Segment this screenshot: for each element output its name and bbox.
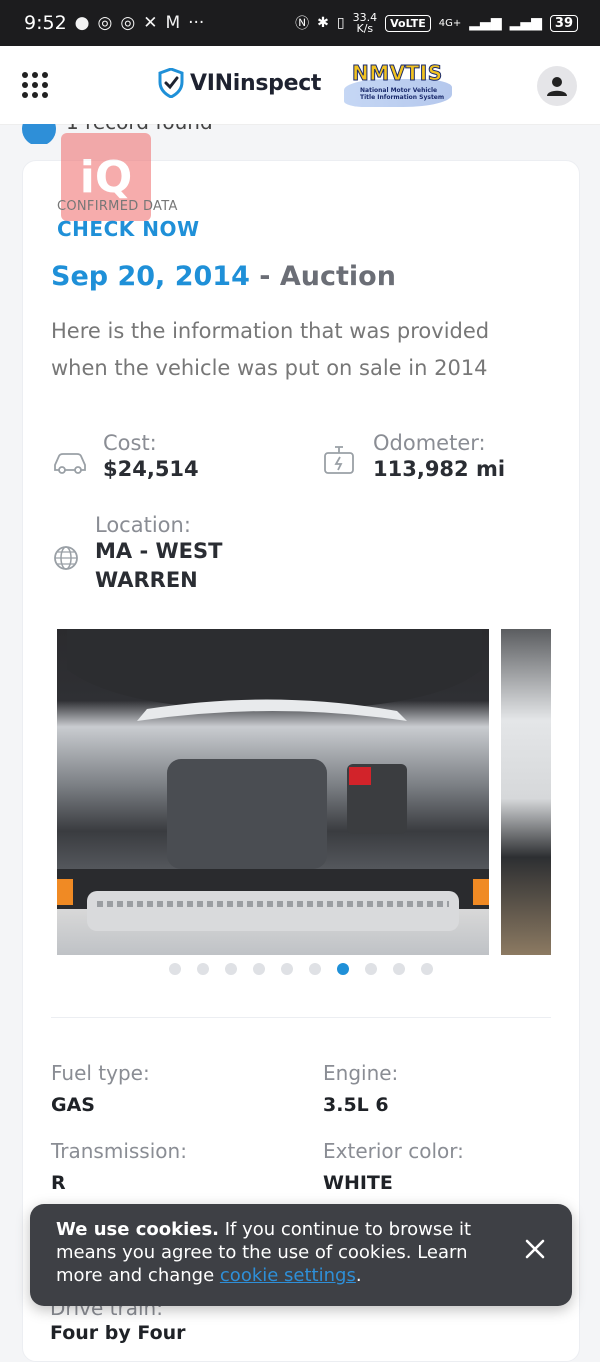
close-icon[interactable] [520, 1234, 550, 1264]
volte-badge: VoLTE [385, 14, 431, 32]
carousel-dot[interactable] [421, 963, 433, 975]
cookie-message: We use cookies. If you continue to brows… [56, 1218, 486, 1287]
signal-icon-2: ▂▄▆ [509, 15, 542, 31]
battery-icon: 39 [549, 14, 578, 32]
battery-engine-icon [324, 446, 354, 474]
record-type: Auction [279, 261, 396, 292]
photo-carousel[interactable] [57, 629, 551, 955]
globe-icon [54, 546, 78, 570]
gmail-icon: M [165, 13, 181, 33]
carousel-dot[interactable] [253, 963, 265, 975]
instagram-icon: ◎ [97, 13, 113, 33]
cost-field: Cost: $24,514 [103, 431, 199, 484]
odometer-field: Odometer: 113,982 mi [373, 431, 505, 484]
odometer-value: 113,982 mi [373, 457, 506, 481]
vehicle-side-photo[interactable] [501, 629, 551, 955]
vehicle-engine-photo[interactable] [57, 629, 489, 955]
location-label: Location: [95, 513, 191, 537]
network-type: 4G+ [438, 17, 462, 29]
shield-check-icon [158, 68, 184, 98]
more-notifications-icon: ··· [188, 13, 205, 33]
exterior-color-field: Exterior color: WHITE [323, 1139, 464, 1198]
cookie-banner: We use cookies. If you continue to brows… [30, 1204, 572, 1306]
person-icon [547, 77, 567, 96]
auction-record-card: iQ CONFIRMED DATA CHECK NOW Sep 20, 2014… [22, 133, 580, 1362]
network-speed: 33.4 K/s [352, 11, 378, 35]
status-bar: 9:52 ● ◎ ◎ ✕ M ··· Ⓝ ✱ ▯ 33.4 K/s VoLTE 4… [0, 0, 600, 46]
carousel-dot[interactable] [169, 963, 181, 975]
confirmed-data-label: CONFIRMED DATA [57, 199, 178, 214]
location-field: Location: MA - WEST WARREN [95, 513, 222, 595]
bluetooth-icon: ✱ [317, 15, 329, 31]
messenger-icon: ● [74, 13, 90, 33]
carousel-dot[interactable] [337, 963, 349, 975]
nfc-icon: Ⓝ [295, 16, 310, 32]
engine-label: Engine: [323, 1061, 399, 1085]
carousel-dot[interactable] [365, 963, 377, 975]
menu-grid-icon[interactable] [22, 72, 48, 98]
engine-value: 3.5L 6 [323, 1094, 389, 1116]
signal-icon: ▂▄▆ [469, 15, 502, 31]
engine-field: Engine: 3.5L 6 [323, 1061, 398, 1120]
check-now-link[interactable]: CHECK NOW [57, 217, 200, 241]
exterior-color-label: Exterior color: [323, 1139, 464, 1163]
carousel-dot[interactable] [309, 963, 321, 975]
brand-name: VINinspect [190, 70, 322, 96]
brand-logo[interactable]: VINinspect [158, 68, 321, 98]
record-date: Sep 20, 2014 [51, 261, 250, 292]
fuel-type-value: GAS [51, 1094, 95, 1116]
fuel-type-label: Fuel type: [51, 1061, 150, 1085]
transmission-label: Transmission: [51, 1139, 187, 1163]
odometer-label: Odometer: [373, 431, 486, 455]
record-description: Here is the information that was provide… [51, 319, 490, 380]
user-account-icon[interactable] [537, 66, 577, 106]
transmission-field: Transmission: R [51, 1139, 187, 1198]
cost-label: Cost: [103, 431, 157, 455]
engine-bay-illustration [57, 629, 489, 931]
carousel-pagination [23, 963, 579, 975]
record-separator: - [249, 261, 280, 292]
nmvtis-logo: NMVTIS National Motor Vehicle Title Info… [342, 61, 452, 109]
cookie-title: We use cookies. [56, 1219, 219, 1240]
fuel-type-field: Fuel type: GAS [51, 1061, 150, 1120]
check-circle-icon [22, 124, 56, 144]
nmvtis-title: NMVTIS [352, 61, 443, 86]
status-time: 9:52 [24, 12, 67, 34]
transmission-value: R [51, 1172, 66, 1194]
cost-value: $24,514 [103, 457, 199, 481]
drive-train-value: Four by Four [50, 1322, 186, 1344]
car-icon [54, 453, 86, 474]
exterior-color-value: WHITE [323, 1172, 393, 1194]
location-line2: WARREN [95, 568, 198, 592]
cookie-settings-link[interactable]: cookie settings [220, 1265, 356, 1286]
instagram-icon-2: ◎ [120, 13, 136, 33]
nmvtis-subtitle: National Motor Vehicle Title Information… [360, 87, 445, 101]
cookie-end: . [355, 1265, 362, 1286]
vibrate-icon: ▯ [336, 15, 345, 31]
carousel-dot[interactable] [197, 963, 209, 975]
carousel-dot[interactable] [225, 963, 237, 975]
app-header: VINinspect NMVTIS National Motor Vehicle… [0, 46, 600, 125]
carousel-dot[interactable] [393, 963, 405, 975]
carousel-dot[interactable] [281, 963, 293, 975]
location-line1: MA - WEST [95, 539, 223, 563]
section-divider [51, 1017, 551, 1018]
record-title: Sep 20, 2014 - Auction [51, 261, 396, 292]
x-app-icon: ✕ [143, 13, 158, 33]
